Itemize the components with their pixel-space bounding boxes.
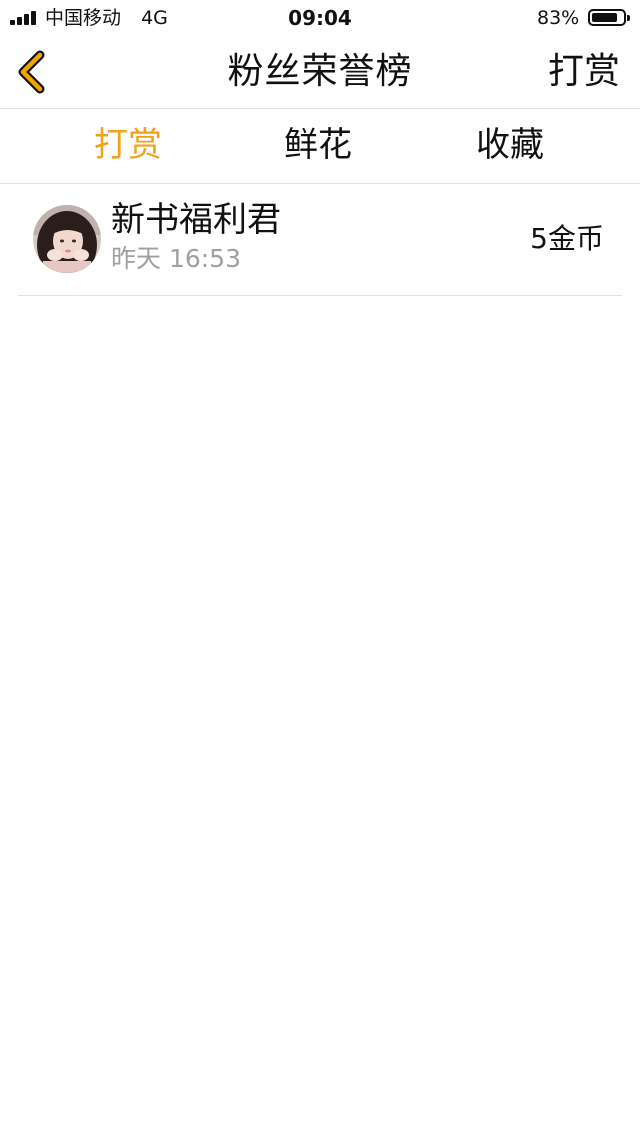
reward-action-button[interactable]: 打赏 xyxy=(548,50,620,94)
tab-flowers[interactable]: 鲜花 xyxy=(263,123,373,167)
list-item[interactable]: 新书福利君 昨天 16:53 5金币 xyxy=(18,184,622,296)
tab-favorites[interactable]: 收藏 xyxy=(455,123,565,167)
fan-name: 新书福利君 xyxy=(111,200,281,240)
battery-icon xyxy=(588,9,630,26)
battery-level-fill xyxy=(592,13,617,22)
avatar xyxy=(33,205,101,273)
tab-reward[interactable]: 打赏 xyxy=(73,123,183,167)
page-title: 粉丝荣誉榜 xyxy=(227,51,413,92)
status-bar: 中国移动 4G 09:04 83% xyxy=(0,0,640,36)
reward-time: 昨天 16:53 xyxy=(111,244,241,273)
tab-bar: 打赏 鲜花 收藏 xyxy=(0,109,640,184)
navigation-bar: 粉丝荣誉榜 打赏 xyxy=(0,36,640,109)
battery-percent: 83% xyxy=(537,7,580,29)
reward-amount: 5金币 xyxy=(530,222,604,255)
fan-list: 新书福利君 昨天 16:53 5金币 xyxy=(0,184,640,296)
